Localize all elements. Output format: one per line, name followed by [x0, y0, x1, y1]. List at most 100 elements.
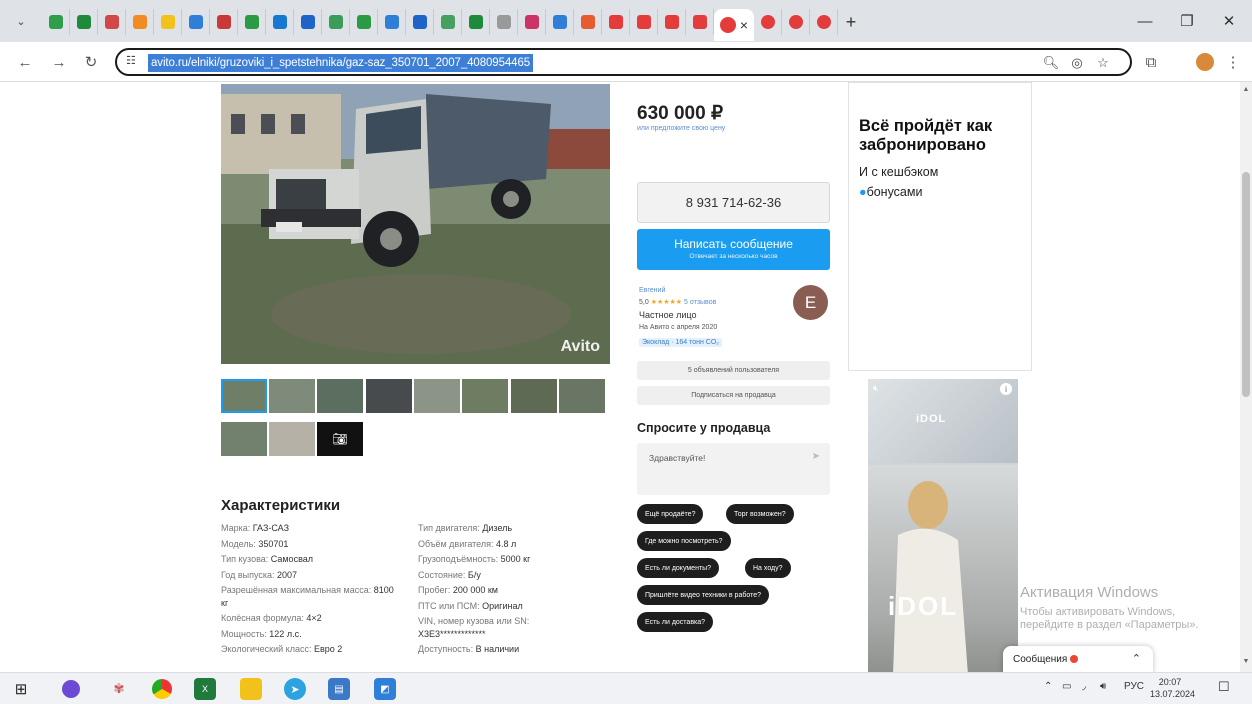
address-bar[interactable]: ☷ avito.ru/elniki/gruzoviki_i_spetstehni… [115, 48, 1132, 76]
quick-question-chip[interactable]: Торг возможен? [726, 504, 794, 524]
ad-info-icon[interactable]: i [1000, 383, 1012, 395]
zoom-icon[interactable]: 🔍︎ [1041, 53, 1061, 73]
browser-tab[interactable] [126, 9, 154, 35]
send-arrow-icon[interactable]: ➤ [812, 451, 820, 462]
clock[interactable]: 20:07 13.07.2024 [1150, 676, 1195, 700]
minimize-button[interactable]: — [1128, 10, 1162, 32]
quick-question-chip[interactable]: Где можно посмотреть? [637, 531, 731, 551]
thumbnail-7[interactable] [511, 379, 557, 413]
forward-arrow-icon[interactable]: → [48, 51, 70, 73]
notifications-icon[interactable]: ☐ [1218, 679, 1230, 695]
browser-tab[interactable] [518, 9, 546, 35]
browser-tab-active[interactable]: × [714, 9, 754, 41]
ad-banner-idol[interactable]: 🔇︎ i iDOL iDOL [868, 379, 1018, 672]
thumbnail-10[interactable] [269, 422, 315, 456]
ask-input-text[interactable]: Здравствуйте! [649, 453, 705, 463]
browser-tab[interactable] [378, 9, 406, 35]
browser-tab[interactable] [182, 9, 210, 35]
browser-tab[interactable] [574, 9, 602, 35]
document-app-icon[interactable]: ▤ [328, 678, 350, 700]
user-listings-button[interactable]: 5 объявлений пользователя [637, 361, 830, 380]
subscribe-seller-button[interactable]: Подписаться на продавца [637, 386, 830, 405]
viber-icon[interactable] [62, 680, 80, 698]
browser-tab[interactable] [462, 9, 490, 35]
reviews-link[interactable]: 5 отзывов [684, 299, 716, 306]
thumbnail-2[interactable] [269, 379, 315, 413]
seller-avatar[interactable]: E [793, 285, 828, 320]
mute-icon[interactable]: 🔇︎ [873, 383, 879, 394]
thumbnail-3[interactable] [317, 379, 363, 413]
url-text[interactable]: avito.ru/elniki/gruzoviki_i_spetstehnika… [148, 54, 534, 72]
browser-tab[interactable] [42, 9, 70, 35]
browser-tab[interactable] [546, 9, 574, 35]
chrome-icon[interactable] [152, 679, 172, 699]
extensions-icon[interactable]: ⧉ [1140, 51, 1162, 73]
more-photos-button[interactable]: 📷︎ [317, 422, 363, 456]
browser-tab[interactable] [70, 9, 98, 35]
thumbnail-5[interactable] [414, 379, 460, 413]
restore-button[interactable]: ❐ [1170, 10, 1204, 32]
thumbnail-6[interactable] [462, 379, 508, 413]
page-scrollbar[interactable]: ▲ ▼ [1240, 82, 1252, 672]
close-window-button[interactable]: ✕ [1212, 10, 1246, 32]
windows-start-icon[interactable]: ⊞ [10, 678, 32, 700]
reload-icon[interactable]: ↻ [80, 51, 102, 73]
language-indicator[interactable]: РУС [1124, 681, 1144, 692]
quick-question-chip[interactable]: На ходу? [745, 558, 791, 578]
quick-question-chip[interactable]: Ещё продаёте? [637, 504, 704, 524]
scroll-up-arrow-icon[interactable]: ▲ [1241, 86, 1251, 96]
tracking-eye-icon[interactable]: ◎ [1067, 53, 1087, 73]
main-photo[interactable]: Avito [221, 84, 610, 364]
browser-tab[interactable] [210, 9, 238, 35]
browser-tab[interactable] [686, 9, 714, 35]
browser-tab[interactable] [238, 9, 266, 35]
thumbnail-4[interactable] [366, 379, 412, 413]
thumbnail-1[interactable] [221, 379, 267, 413]
volume-icon[interactable]: 🔊︎ [1100, 681, 1106, 692]
browser-tab[interactable] [406, 9, 434, 35]
file-explorer-icon[interactable] [240, 678, 262, 700]
browser-tab[interactable] [810, 9, 838, 35]
site-settings-icon[interactable]: ☷ [126, 54, 144, 70]
quick-question-chip[interactable]: Есть ли доставка? [637, 612, 714, 632]
chevron-up-icon[interactable]: ⌃ [1132, 652, 1141, 665]
browser-tab[interactable] [630, 9, 658, 35]
scroll-down-arrow-icon[interactable]: ▼ [1241, 658, 1251, 668]
browser-tab[interactable] [154, 9, 182, 35]
quick-question-chip[interactable]: Есть ли документы? [637, 558, 720, 578]
thumbnail-8[interactable] [559, 379, 605, 413]
browser-tab[interactable] [490, 9, 518, 35]
wifi-icon[interactable]: ◞ [1082, 681, 1086, 692]
browser-tab[interactable] [782, 9, 810, 35]
offer-price-link[interactable]: или предложите свою цену [637, 125, 725, 132]
new-tab-button[interactable]: + [838, 9, 864, 35]
bookmark-star-icon[interactable]: ☆ [1093, 53, 1113, 73]
photos-app-icon[interactable]: ◩ [374, 678, 396, 700]
ad-banner-booking[interactable]: Всё пройдёт как забронировано И с кешбэк… [848, 82, 1032, 371]
browser-tab[interactable] [294, 9, 322, 35]
close-tab-icon[interactable]: × [740, 17, 748, 33]
browser-tab[interactable] [266, 9, 294, 35]
thumbnail-9[interactable] [221, 422, 267, 456]
quick-question-chip[interactable]: Пришлёте видео техники в работе? [637, 585, 770, 605]
menu-kebab-icon[interactable]: ⋮ [1222, 51, 1244, 73]
paint-icon[interactable]: ✾ [108, 678, 130, 700]
browser-tab[interactable] [98, 9, 126, 35]
seller-name-link[interactable]: Евгений [639, 287, 665, 294]
browser-tab[interactable] [602, 9, 630, 35]
network-icon[interactable]: ▭ [1062, 681, 1071, 692]
scroll-thumb[interactable] [1242, 172, 1250, 397]
back-arrow-icon[interactable]: ← [14, 51, 36, 73]
show-phone-button[interactable]: 8 931 714-62-36 [637, 182, 830, 223]
telegram-icon[interactable]: ➤ [284, 678, 306, 700]
browser-tab[interactable] [658, 9, 686, 35]
excel-icon[interactable]: X [194, 678, 216, 700]
eco-badge[interactable]: Экоклад · 164 тонн CO₂ [639, 338, 723, 347]
browser-tab[interactable] [350, 9, 378, 35]
browser-tab[interactable] [754, 9, 782, 35]
ask-seller-input[interactable]: Здравствуйте! ➤ [637, 443, 830, 495]
browser-tab[interactable] [434, 9, 462, 35]
messages-popup[interactable]: Сообщения ⌃ [1003, 646, 1153, 672]
profile-avatar[interactable] [1196, 53, 1214, 71]
browser-tab[interactable] [322, 9, 350, 35]
